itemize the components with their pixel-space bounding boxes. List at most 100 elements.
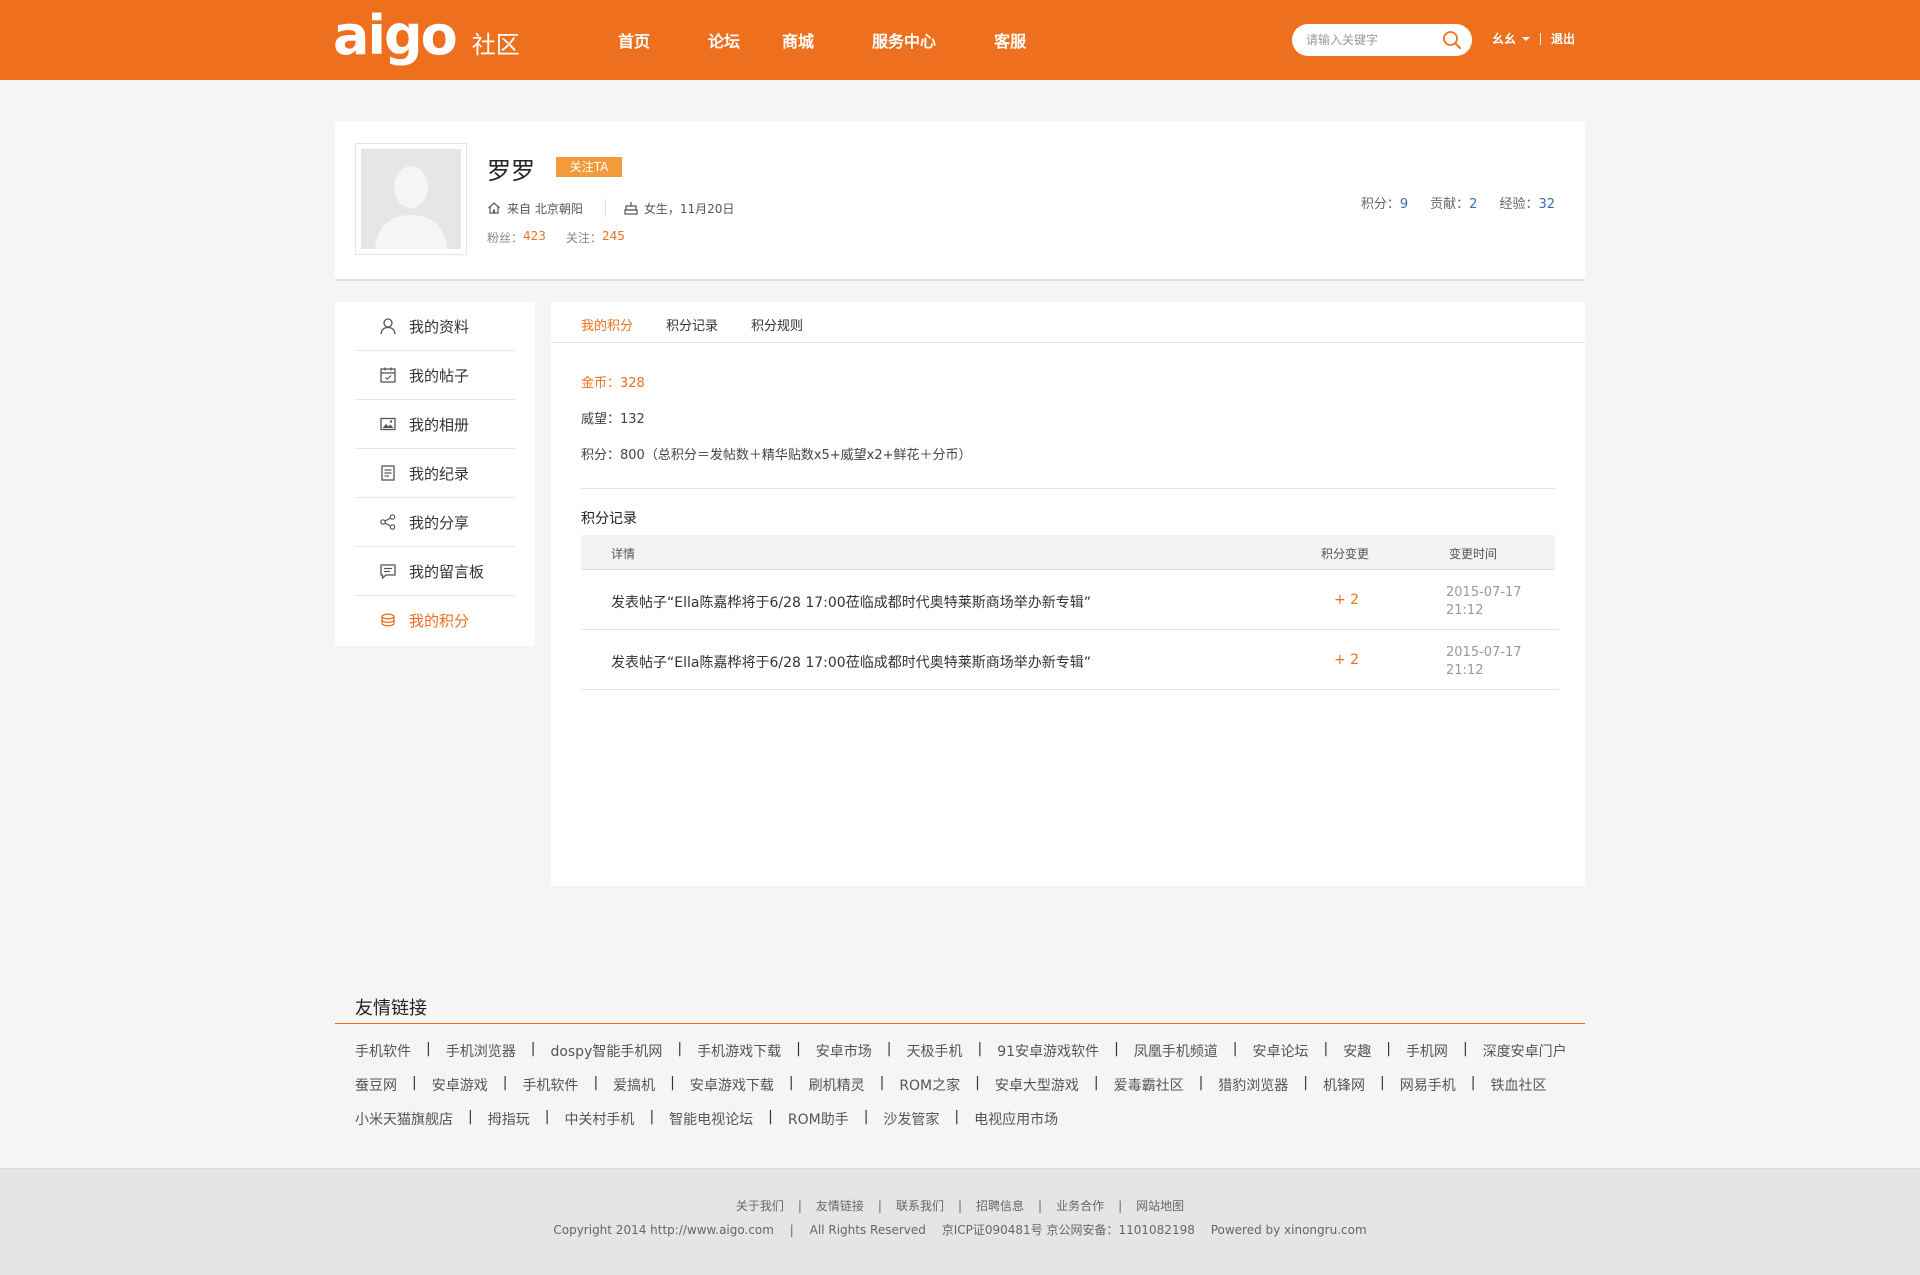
link-separator: | <box>957 1199 963 1213</box>
link-item[interactable]: 中关村手机 <box>564 1109 634 1129</box>
link-item[interactable]: 智能电视论坛 <box>669 1109 753 1129</box>
following-count[interactable]: 245 <box>602 229 625 246</box>
sidebar-item-profile[interactable]: 我的资料 <box>355 302 515 351</box>
link-item[interactable]: dospy智能手机网 <box>550 1041 662 1061</box>
link-item[interactable]: 友情链接 <box>816 1199 864 1213</box>
nav-mall[interactable]: 商城 <box>782 28 814 52</box>
link-item[interactable]: 手机游戏下载 <box>697 1041 781 1061</box>
sidebar-item-records[interactable]: 我的纪录 <box>355 449 515 498</box>
search-icon[interactable] <box>1442 30 1462 50</box>
logo[interactable]: aigo 社区 <box>333 8 520 72</box>
link-item[interactable]: 猎豹浏览器 <box>1218 1075 1288 1095</box>
logout-link[interactable]: 退出 <box>1551 30 1575 47</box>
row-detail[interactable]: 发表帖子“Ella陈嘉桦将于6/28 17:00莅临成都时代奥特莱斯商场举办新专… <box>611 652 1091 672</box>
link-separator: | <box>877 1199 882 1213</box>
link-item[interactable]: 手机浏览器 <box>446 1041 516 1061</box>
prestige: 威望：132 <box>581 412 645 427</box>
link-separator: | <box>502 1075 508 1091</box>
link-separator: | <box>544 1109 550 1125</box>
fans-count[interactable]: 423 <box>523 229 546 246</box>
sidebar: 我的资料 我的帖子 我的相册 我的纪录 我的分享 我的留言板 我的积分 <box>335 302 535 646</box>
link-item[interactable]: 小米天猫旗舰店 <box>355 1109 453 1129</box>
link-item[interactable]: 深度安卓门户 <box>1483 1041 1567 1061</box>
sidebar-item-posts[interactable]: 我的帖子 <box>355 351 515 400</box>
cake-icon <box>624 202 638 215</box>
link-item[interactable]: 凤凰手机频道 <box>1134 1041 1218 1061</box>
divider <box>1540 32 1542 45</box>
link-item[interactable]: 网站地图 <box>1136 1199 1184 1213</box>
nav-forum[interactable]: 论坛 <box>708 28 740 52</box>
divider <box>335 1023 1585 1024</box>
link-item[interactable]: 爱搞机 <box>613 1075 655 1095</box>
link-item[interactable]: 安卓论坛 <box>1253 1041 1309 1061</box>
avatar-placeholder <box>361 149 461 249</box>
tab-points-records[interactable]: 积分记录 <box>666 315 718 334</box>
link-separator: | <box>1462 1041 1468 1057</box>
sidebar-item-album[interactable]: 我的相册 <box>355 400 515 449</box>
row-detail[interactable]: 发表帖子“Ella陈嘉桦将于6/28 17:00莅临成都时代奥特莱斯商场举办新专… <box>611 592 1091 612</box>
link-item[interactable]: 刷机精灵 <box>809 1075 865 1095</box>
profile-name: 罗罗 <box>487 157 535 185</box>
sidebar-item-message-board[interactable]: 我的留言板 <box>355 547 515 596</box>
chevron-down-icon[interactable] <box>1522 36 1531 41</box>
link-separator: | <box>468 1109 473 1125</box>
nav-service-center[interactable]: 服务中心 <box>872 28 936 52</box>
link-separator: | <box>426 1041 431 1057</box>
link-item[interactable]: 招聘信息 <box>976 1199 1024 1213</box>
link-item[interactable]: 联系我们 <box>896 1199 944 1213</box>
link-item[interactable]: 安趣 <box>1343 1041 1371 1061</box>
link-item[interactable]: 铁血社区 <box>1490 1075 1546 1095</box>
tab-my-points[interactable]: 我的积分 <box>581 315 633 334</box>
link-item[interactable]: 爱毒霸社区 <box>1114 1075 1184 1095</box>
row-date: 2015-07-17 <box>1446 585 1522 600</box>
username-link[interactable]: 幺幺 <box>1492 30 1516 47</box>
friend-links-title: 友情链接 <box>355 998 427 1019</box>
link-item[interactable]: 手机软件 <box>355 1041 411 1061</box>
profile-location: 来自 北京朝阳 <box>507 201 583 216</box>
link-separator: | <box>1303 1075 1309 1091</box>
link-item[interactable]: 蚕豆网 <box>355 1075 397 1095</box>
avatar[interactable] <box>355 143 467 255</box>
logo-subtitle: 社区 <box>471 30 520 59</box>
experience-value: 32 <box>1538 197 1555 212</box>
link-separator: | <box>1038 1199 1043 1213</box>
link-separator: | <box>797 1199 802 1213</box>
link-separator: | <box>1380 1075 1385 1091</box>
link-item[interactable]: 91安卓游戏软件 <box>997 1041 1099 1061</box>
nav-home[interactable]: 首页 <box>618 28 650 52</box>
sidebar-item-share[interactable]: 我的分享 <box>355 498 515 547</box>
contribution-value: 2 <box>1469 197 1478 212</box>
link-item[interactable]: 关于我们 <box>736 1199 784 1213</box>
link-item[interactable]: ROM之家 <box>899 1075 960 1095</box>
link-item[interactable]: 沙发管家 <box>883 1109 939 1129</box>
link-separator: | <box>977 1041 983 1057</box>
link-item[interactable]: 电视应用市场 <box>974 1109 1058 1129</box>
records-title: 积分记录 <box>581 511 637 527</box>
score-item: 积分：9 <box>1361 193 1408 212</box>
link-item[interactable]: 天极手机 <box>907 1041 963 1061</box>
link-item[interactable]: 安卓游戏 <box>432 1075 488 1095</box>
link-item[interactable]: ROM助手 <box>788 1109 849 1129</box>
link-separator: | <box>796 1041 801 1057</box>
link-item[interactable]: 手机软件 <box>522 1075 578 1095</box>
link-item[interactable]: 机锋网 <box>1323 1075 1365 1095</box>
link-item[interactable]: 安卓市场 <box>816 1041 872 1061</box>
search-input[interactable] <box>1306 24 1436 56</box>
link-item[interactable]: 网易手机 <box>1400 1075 1456 1095</box>
link-item[interactable]: 安卓游戏下载 <box>690 1075 774 1095</box>
follow-button[interactable]: 关注TA <box>556 157 622 177</box>
tab-points-rules[interactable]: 积分规则 <box>751 315 803 334</box>
link-item[interactable]: 业务合作 <box>1056 1199 1104 1213</box>
sidebar-item-points[interactable]: 我的积分 <box>355 596 515 645</box>
copyright-text: Copyright 2014 http://www.aigo.com <box>553 1223 774 1237</box>
rights-text: All Rights Reserved <box>809 1223 926 1237</box>
link-item[interactable]: 拇指玩 <box>488 1109 530 1129</box>
link-separator: | <box>879 1075 885 1091</box>
link-item[interactable]: 安卓大型游戏 <box>995 1075 1079 1095</box>
link-item[interactable]: 手机网 <box>1406 1041 1448 1061</box>
link-separator: | <box>670 1075 675 1091</box>
table-header: 详情 积分变更 变更时间 <box>581 535 1555 570</box>
nav-customer-service[interactable]: 客服 <box>994 28 1026 52</box>
sidebar-item-label: 我的积分 <box>409 612 470 630</box>
divider <box>581 488 1555 489</box>
